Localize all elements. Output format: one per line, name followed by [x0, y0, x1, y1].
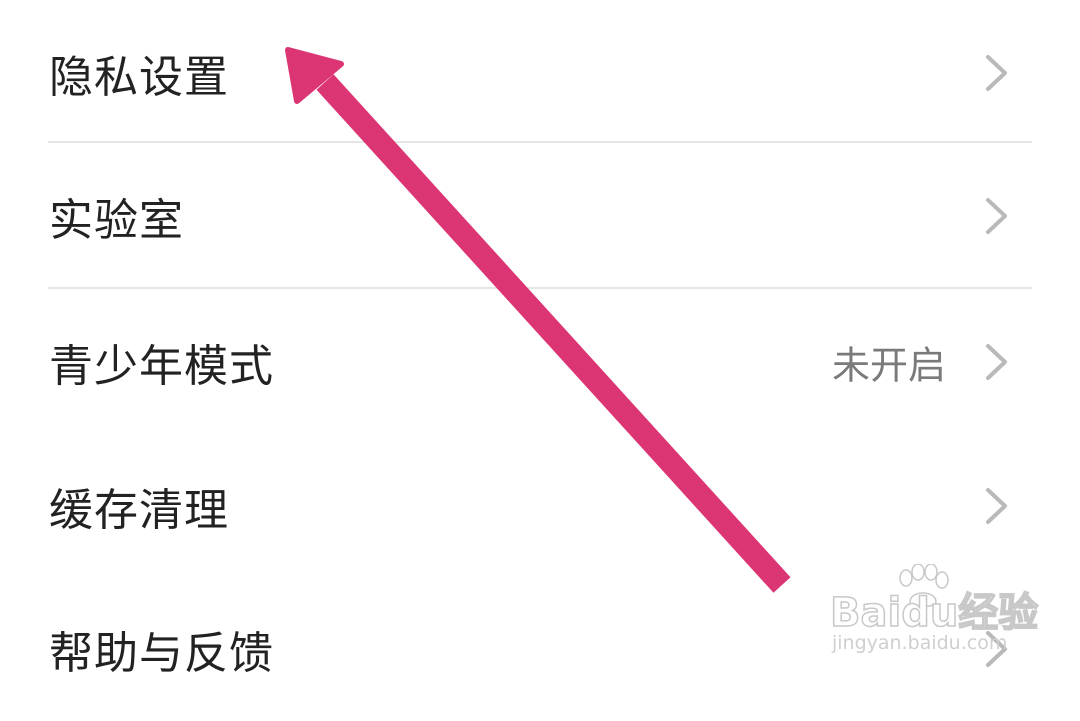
chevron-right-icon — [986, 487, 1007, 524]
chevron-right-icon — [986, 54, 1007, 91]
settings-item-label: 隐私设置 — [49, 51, 229, 103]
settings-item-label: 缓存清理 — [49, 484, 229, 536]
settings-item-label: 帮助与反馈 — [49, 627, 274, 679]
baidu-jingyan-watermark: Baidu经验 jingyan.baidu.com — [826, 564, 1039, 666]
settings-item-label: 实验室 — [49, 194, 184, 246]
teen-mode-status: 未开启 — [831, 343, 946, 387]
settings-item-lab[interactable]: 实验室 — [0, 143, 1080, 288]
settings-item-label: 青少年模式 — [49, 340, 274, 392]
watermark-url: jingyan.baidu.com — [832, 632, 1008, 654]
settings-item-cache-clear[interactable]: 缓存清理 — [0, 433, 1080, 578]
chevron-right-icon — [986, 197, 1007, 234]
settings-item-teen-mode[interactable]: 青少年模式 未开启 — [0, 289, 1080, 434]
settings-item-privacy[interactable]: 隐私设置 — [0, 0, 1080, 145]
watermark-brand: Baidu经验 — [829, 589, 1039, 637]
chevron-right-icon — [986, 343, 1007, 380]
